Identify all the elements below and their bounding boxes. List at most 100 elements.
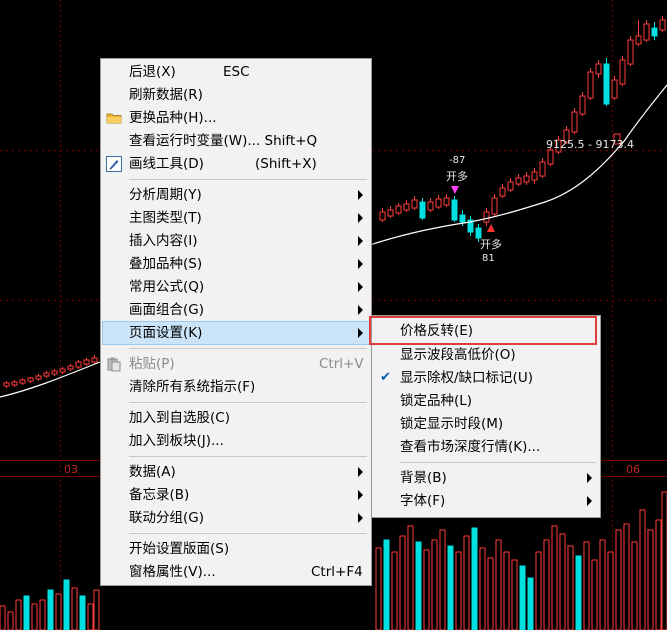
- candle-body: [651, 27, 658, 37]
- volume-bar: [583, 541, 590, 630]
- volume-bar: [7, 611, 14, 630]
- volume-bar: [655, 519, 662, 630]
- menu-item-paste[interactable]: 粘贴(P) Ctrl+V: [103, 353, 369, 375]
- menu-item-start-layout-label: 开始设置版面(S): [129, 541, 230, 557]
- candle-body: [59, 368, 66, 373]
- volume-bar: [479, 547, 486, 630]
- menu-item-start-layout[interactable]: 开始设置版面(S): [103, 538, 369, 560]
- menu-item-common-formulas[interactable]: 常用公式(Q): [103, 276, 369, 298]
- menu-item-drawing-tools-shortcut: (Shift+X): [255, 156, 317, 172]
- candle-body: [51, 370, 58, 375]
- submenu-item-show-ex-rights-gap[interactable]: ✔ 显示除权/缺口标记(U): [374, 367, 598, 389]
- menu-item-change-symbol[interactable]: 更换品种(H)...: [103, 107, 369, 129]
- candle-body: [587, 71, 594, 99]
- menu-item-add-watchlist[interactable]: 加入到自选股(C): [103, 407, 369, 429]
- menu-item-add-sector-label: 加入到板块(J)...: [129, 433, 224, 449]
- candle-body: [659, 19, 666, 31]
- menu-item-refresh[interactable]: 刷新数据(R): [103, 84, 369, 106]
- submenu-arrow-icon: [358, 305, 363, 315]
- volume-bar: [23, 595, 30, 630]
- volume-bar: [511, 559, 518, 630]
- volume-bar: [527, 577, 534, 630]
- volume-bar: [503, 551, 510, 630]
- menu-item-page-settings[interactable]: 页面设置(K): [102, 321, 370, 345]
- submenu-item-font[interactable]: 字体(F): [374, 490, 598, 512]
- context-menu: 后退(X) ESC 刷新数据(R) 更换品种(H)... 查看运行时变量(W).…: [100, 58, 372, 586]
- menu-item-pane-properties-label: 窗格属性(V)...: [129, 564, 216, 580]
- candle-body: [531, 171, 538, 181]
- volume-bar: [519, 565, 526, 630]
- volume-bar: [55, 593, 62, 630]
- menu-item-data[interactable]: 数据(A): [103, 461, 369, 483]
- volume-bar: [543, 539, 550, 630]
- menu-item-back-shortcut: ESC: [223, 64, 250, 80]
- volume-bar: [607, 551, 614, 630]
- menu-item-refresh-label: 刷新数据(R): [129, 87, 203, 103]
- menu-item-insert-content[interactable]: 插入内容(I): [103, 230, 369, 252]
- submenu-arrow-icon: [358, 328, 363, 338]
- menu-item-runtime-vars[interactable]: 查看运行时变量(W)... Shift+Q: [103, 130, 369, 152]
- submenu-item-price-reverse[interactable]: 价格反转(E): [374, 320, 598, 342]
- volume-bar: [567, 545, 574, 630]
- candle-body: [435, 198, 442, 208]
- candle-body: [571, 111, 578, 133]
- candle-body: [523, 175, 530, 183]
- candle-body: [483, 211, 490, 223]
- candle-body: [19, 379, 26, 384]
- menu-item-overlay-symbol[interactable]: 叠加品种(S): [103, 253, 369, 275]
- menu-item-layout-combo[interactable]: 画面组合(G): [103, 299, 369, 321]
- menu-item-link-group[interactable]: 联动分组(G): [103, 507, 369, 529]
- volume-bar: [79, 595, 86, 630]
- menu-item-drawing-tools[interactable]: 画线工具(D) (Shift+X): [103, 153, 369, 175]
- menu-item-memo-label: 备忘录(B): [129, 487, 190, 503]
- submenu-arrow-icon: [358, 513, 363, 523]
- volume-bar: [63, 579, 70, 630]
- submenu-item-lock-symbol[interactable]: 锁定品种(L): [374, 390, 598, 412]
- volume-bar: [661, 491, 667, 630]
- pen-icon: [106, 156, 122, 172]
- volume-bar: [455, 551, 462, 630]
- volume-bar: [47, 589, 54, 630]
- candle-body: [3, 382, 10, 387]
- candle-body: [395, 205, 402, 214]
- signal-buy-label: 开多: [480, 238, 502, 251]
- candle-body: [11, 381, 18, 386]
- menu-item-analysis-period[interactable]: 分析周期(Y): [103, 184, 369, 206]
- menu-separator: [129, 179, 367, 180]
- menu-item-back[interactable]: 后退(X) ESC: [103, 61, 369, 83]
- candle-body: [579, 95, 586, 115]
- date-axis-label-03: 03: [64, 463, 78, 476]
- candle-body: [507, 181, 514, 191]
- submenu-arrow-icon: [358, 490, 363, 500]
- submenu-item-market-depth[interactable]: 查看市场深度行情(K)...: [374, 436, 598, 458]
- candle-body: [611, 79, 618, 99]
- menu-item-add-watchlist-label: 加入到自选股(C): [129, 410, 230, 426]
- volume-bar: [623, 523, 630, 630]
- volume-bar: [599, 539, 606, 630]
- submenu-item-lock-time-range[interactable]: 锁定显示时段(M): [374, 413, 598, 435]
- candle-body: [515, 177, 522, 185]
- candle-body: [443, 197, 450, 206]
- candle-body: [91, 357, 98, 363]
- menu-item-main-chart-type[interactable]: 主图类型(T): [103, 207, 369, 229]
- menu-item-clear-indicators[interactable]: 清除所有系统指示(F): [103, 376, 369, 398]
- menu-item-pane-properties[interactable]: 窗格属性(V)... Ctrl+F4: [103, 561, 369, 583]
- volume-bar: [463, 535, 470, 630]
- volume-bar: [383, 539, 390, 630]
- menu-item-analysis-period-label: 分析周期(Y): [129, 187, 202, 203]
- submenu-item-show-swing-high-low[interactable]: 显示波段高低价(O): [374, 344, 598, 366]
- menu-item-memo[interactable]: 备忘录(B): [103, 484, 369, 506]
- submenu-arrow-icon: [358, 236, 363, 246]
- submenu-item-font-label: 字体(F): [400, 493, 446, 509]
- menu-separator: [400, 462, 596, 463]
- candle-body: [379, 211, 386, 221]
- volume-bar: [647, 529, 654, 630]
- submenu-item-background[interactable]: 背景(B): [374, 467, 598, 489]
- menu-separator: [129, 456, 367, 457]
- menu-item-add-sector[interactable]: 加入到板块(J)...: [103, 430, 369, 452]
- candle-body: [459, 214, 466, 223]
- menu-separator: [129, 533, 367, 534]
- volume-bar: [391, 551, 398, 630]
- candle-body: [411, 199, 418, 209]
- submenu-item-show-ex-rights-gap-label: 显示除权/缺口标记(U): [400, 370, 533, 386]
